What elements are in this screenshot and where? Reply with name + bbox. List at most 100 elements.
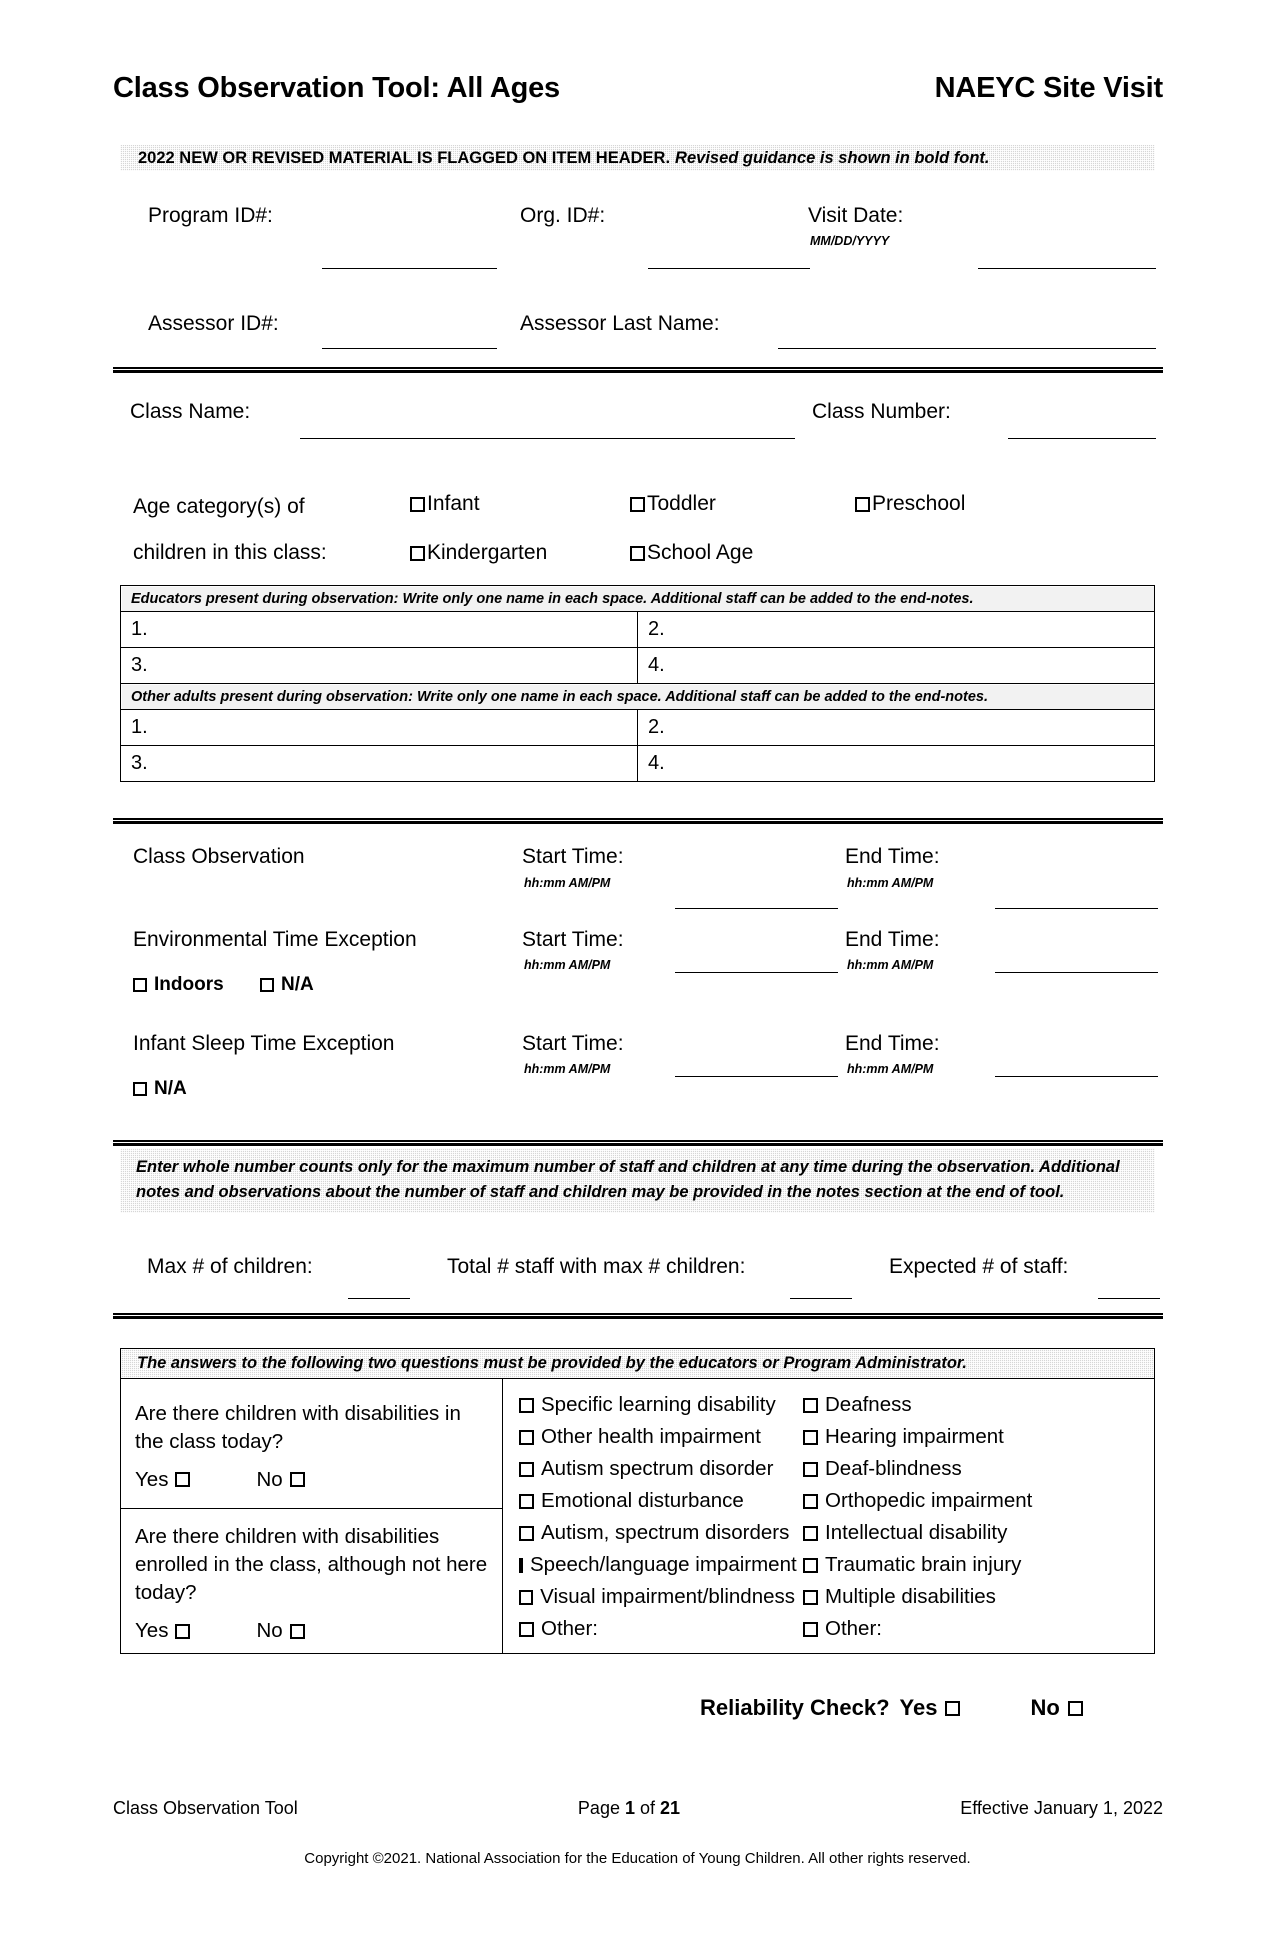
option-label: Deaf-blindness <box>825 1457 962 1480</box>
class-number-input[interactable] <box>1008 438 1156 439</box>
disability-question-1: Are there children with disabilities in … <box>121 1379 502 1508</box>
checkbox-icon[interactable] <box>630 545 645 561</box>
disability-option-deaf-blindness[interactable]: Deaf-blindness <box>803 1453 1154 1485</box>
age-checkbox-toddler[interactable]: Toddler <box>630 492 716 516</box>
other-adult-field-1[interactable]: 1. <box>120 709 638 746</box>
page-subtitle: NAEYC Site Visit <box>934 72 1164 104</box>
age-checkbox-preschool[interactable]: Preschool <box>855 492 965 516</box>
environmental-start-input[interactable] <box>675 972 838 973</box>
assessor-last-name-input[interactable] <box>778 348 1156 349</box>
checkbox-icon[interactable] <box>410 545 425 561</box>
infant-sleep-start-input[interactable] <box>675 1076 838 1077</box>
disability-option-other-left[interactable]: Other: <box>519 1613 795 1645</box>
environmental-checkbox-na[interactable]: N/A <box>260 974 314 996</box>
disability-option-orthopedic-impairment[interactable]: Orthopedic impairment <box>803 1485 1154 1517</box>
checkbox-icon[interactable] <box>803 1493 818 1509</box>
disability-option-other-health-impairment[interactable]: Other health impairment <box>519 1421 795 1453</box>
checkbox-icon[interactable] <box>289 1623 305 1639</box>
disability-option-speech-language-impairment[interactable]: Speech/language impairment <box>519 1549 797 1581</box>
checkbox-icon[interactable] <box>519 1557 523 1573</box>
checkbox-icon[interactable] <box>519 1589 534 1605</box>
document-page: Class Observation Tool: All Ages NAEYC S… <box>0 0 1275 1950</box>
disability-q1-yes[interactable]: Yes <box>135 1468 191 1492</box>
option-label: Other: <box>825 1617 882 1640</box>
checkbox-icon[interactable] <box>803 1525 818 1541</box>
disability-option-other-right[interactable]: Other: <box>803 1613 1154 1645</box>
program-id-input[interactable] <box>322 268 497 269</box>
infant-sleep-end-input[interactable] <box>995 1076 1158 1077</box>
assessor-id-input[interactable] <box>322 348 497 349</box>
max-children-input[interactable] <box>348 1298 410 1299</box>
educator-field-3[interactable]: 3. <box>120 647 638 684</box>
checkbox-icon[interactable] <box>803 1621 818 1637</box>
disability-option-specific-learning-disability[interactable]: Specific learning disability <box>519 1389 795 1421</box>
disabilities-options-right: Deafness Hearing impairment Deaf-blindne… <box>795 1389 1154 1645</box>
checkbox-icon[interactable] <box>519 1621 534 1637</box>
disability-option-emotional-disturbance[interactable]: Emotional disturbance <box>519 1485 795 1517</box>
checkbox-icon[interactable] <box>410 496 425 512</box>
checkbox-icon[interactable] <box>133 978 147 992</box>
checkbox-icon[interactable] <box>519 1493 534 1509</box>
age-checkbox-kindergarten[interactable]: Kindergarten <box>410 541 547 565</box>
reliability-yes[interactable]: Yes <box>900 1695 961 1721</box>
footer-page-total: 21 <box>660 1798 681 1818</box>
educators-table-header: Educators present during observation: Wr… <box>120 585 1155 612</box>
environmental-end-label: End Time: <box>845 928 940 951</box>
checkbox-icon[interactable] <box>803 1557 818 1573</box>
disability-q2-yes[interactable]: Yes <box>135 1619 191 1643</box>
checkbox-icon[interactable] <box>175 1472 191 1488</box>
checkbox-icon[interactable] <box>519 1461 534 1477</box>
revision-notice-banner: 2022 NEW OR REVISED MATERIAL IS FLAGGED … <box>120 145 1155 171</box>
other-adult-field-3[interactable]: 3. <box>120 745 638 782</box>
checkbox-icon[interactable] <box>519 1525 534 1541</box>
age-category-label-line1: Age category(s) of <box>133 495 305 518</box>
checkbox-icon[interactable] <box>945 1700 961 1716</box>
age-checkbox-infant[interactable]: Infant <box>410 492 480 516</box>
checkbox-icon[interactable] <box>519 1397 534 1413</box>
disability-q2-no[interactable]: No <box>256 1619 305 1643</box>
environmental-end-input[interactable] <box>995 972 1158 973</box>
class-name-input[interactable] <box>300 438 795 439</box>
class-observation-end-input[interactable] <box>995 908 1158 909</box>
disability-option-autism-spectrum-disorder[interactable]: Autism spectrum disorder <box>519 1453 795 1485</box>
disability-option-multiple-disabilities[interactable]: Multiple disabilities <box>803 1581 1154 1613</box>
checkbox-icon[interactable] <box>803 1397 818 1413</box>
reliability-no[interactable]: No <box>1030 1695 1083 1721</box>
disability-option-deafness[interactable]: Deafness <box>803 1389 1154 1421</box>
checkbox-icon[interactable] <box>175 1623 191 1639</box>
expected-staff-input[interactable] <box>1098 1298 1160 1299</box>
disability-option-autism-spectrum-disorders[interactable]: Autism, spectrum disorders <box>519 1517 795 1549</box>
checkbox-icon[interactable] <box>260 978 274 992</box>
option-label: Speech/language impairment <box>530 1553 797 1576</box>
disability-option-intellectual-disability[interactable]: Intellectual disability <box>803 1517 1154 1549</box>
disability-option-traumatic-brain-injury[interactable]: Traumatic brain injury <box>803 1549 1154 1581</box>
org-id-input[interactable] <box>648 268 810 269</box>
checkbox-icon[interactable] <box>803 1429 818 1445</box>
copyright-notice: Copyright ©2021. National Association fo… <box>304 1850 971 1867</box>
educator-field-2[interactable]: 2. <box>637 611 1155 648</box>
checkbox-icon[interactable] <box>630 496 645 512</box>
infant-sleep-checkbox-na[interactable]: N/A <box>133 1078 187 1100</box>
other-adult-field-4[interactable]: 4. <box>637 745 1155 782</box>
class-observation-start-input[interactable] <box>675 908 838 909</box>
checkbox-icon[interactable] <box>855 496 870 512</box>
visit-date-input[interactable] <box>978 268 1156 269</box>
educator-field-1[interactable]: 1. <box>120 611 638 648</box>
checkbox-icon[interactable] <box>133 1082 147 1096</box>
disability-q1-no[interactable]: No <box>256 1468 305 1492</box>
checkbox-icon[interactable] <box>803 1461 818 1477</box>
other-adult-field-2[interactable]: 2. <box>637 709 1155 746</box>
disability-option-visual-impairment-blindness[interactable]: Visual impairment/blindness <box>519 1581 795 1613</box>
org-id-label: Org. ID#: <box>520 204 606 227</box>
environmental-checkbox-indoors[interactable]: Indoors <box>133 974 224 996</box>
checkbox-icon[interactable] <box>289 1472 305 1488</box>
checkbox-icon[interactable] <box>1067 1700 1083 1716</box>
total-staff-input[interactable] <box>790 1298 852 1299</box>
educator-field-4[interactable]: 4. <box>637 647 1155 684</box>
checkbox-icon[interactable] <box>803 1589 818 1605</box>
checkbox-icon[interactable] <box>519 1429 534 1445</box>
table-row: 1. 2. <box>120 611 1155 648</box>
disability-option-hearing-impairment[interactable]: Hearing impairment <box>803 1421 1154 1453</box>
age-checkbox-school-age[interactable]: School Age <box>630 541 753 565</box>
option-label: Intellectual disability <box>825 1521 1008 1544</box>
